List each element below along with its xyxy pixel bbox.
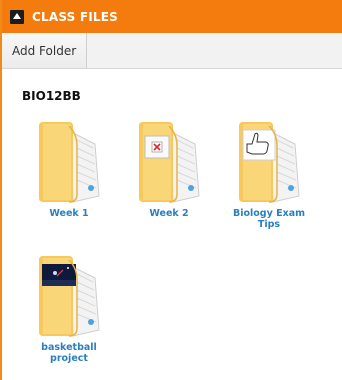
folder-grid: Week 1 Week 2 Biology Exam Tips basketba… [2, 0, 342, 380]
folder-icon [239, 122, 300, 203]
folder-item[interactable]: Week 1 [24, 122, 114, 219]
thumbs-up-icon [242, 129, 276, 161]
folder-label[interactable]: Biology Exam Tips [224, 208, 314, 230]
folder-icon [39, 256, 100, 337]
folder-icon [139, 122, 200, 203]
class-files-panel: CLASS FILES Add Folder BIO12BB Week 1 We… [0, 0, 342, 380]
folder-icon [39, 122, 100, 203]
folder-item[interactable]: Biology Exam Tips [224, 122, 314, 230]
folder-label[interactable]: Week 1 [24, 208, 114, 219]
folder-item[interactable]: Week 2 [124, 122, 214, 219]
folder-label[interactable]: Week 2 [124, 208, 214, 219]
folder-item[interactable]: basketball project [24, 256, 114, 364]
folder-label[interactable]: basketball project [24, 342, 114, 364]
